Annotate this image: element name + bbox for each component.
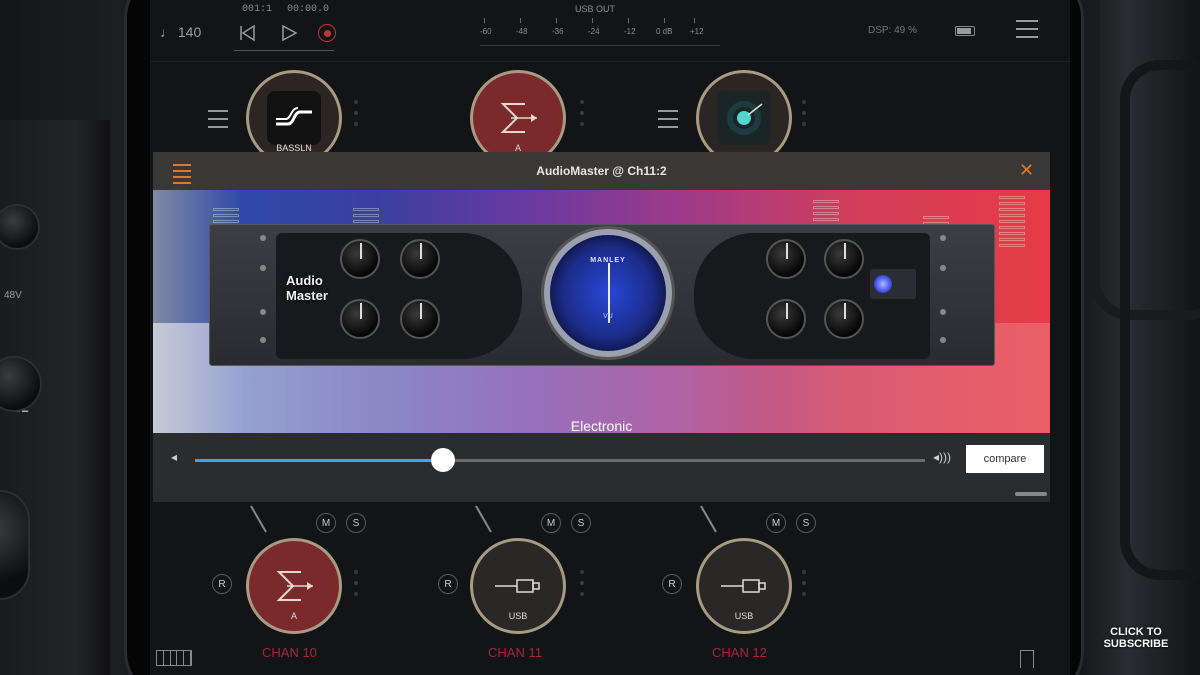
- tempo-display[interactable]: ♩ 140: [160, 24, 201, 40]
- node-chan12-usb[interactable]: USB: [696, 538, 792, 634]
- vu-meter: MANLEY VU: [544, 229, 672, 357]
- hardware-knob: [0, 204, 40, 250]
- volume-high-icon: ◂))): [933, 450, 952, 464]
- mix-slider-fill: [195, 459, 444, 462]
- transport-underline: [234, 50, 334, 51]
- app-screen: ♩ 140 001:1 00:00.0 USB OUT -60 -48 -36 …: [150, 0, 1070, 675]
- main-menu-button[interactable]: [1016, 20, 1038, 44]
- mute-button[interactable]: M: [316, 513, 336, 533]
- node-chan10-mixer[interactable]: A: [246, 538, 342, 634]
- meter-scale-label: -12: [624, 27, 636, 36]
- play-button[interactable]: [278, 22, 300, 44]
- ratio-knob-left[interactable]: [400, 239, 440, 279]
- mix-slider[interactable]: [195, 448, 925, 472]
- record-arm-button[interactable]: R: [662, 574, 682, 594]
- meter-scale-label: -60: [480, 27, 492, 36]
- rewind-button[interactable]: [236, 22, 258, 44]
- release-knob-right[interactable]: [824, 299, 864, 339]
- time-display: 00:00.0: [287, 4, 330, 15]
- cable: [1120, 60, 1200, 580]
- subscribe-overlay[interactable]: CLICK TO SUBSCRIBE: [1096, 626, 1176, 650]
- plugin-window: AudioMaster @ Ch11:2 ✕ Audio Master MANL…: [153, 152, 1050, 502]
- node-label: USB: [508, 611, 528, 621]
- bookmark-icon[interactable]: [1020, 650, 1034, 668]
- volume-low-icon: ◂: [171, 450, 178, 464]
- channel-label: CHAN 11: [488, 645, 542, 660]
- transport-bar: ♩ 140 001:1 00:00.0 USB OUT -60 -48 -36 …: [150, 0, 1070, 62]
- meter-scale-label: -48: [516, 27, 528, 36]
- audiomaster-rack-unit: Audio Master MANLEY VU: [209, 224, 995, 366]
- bassln-app-icon: [267, 91, 321, 145]
- scene: 48V -02 ♩ 140 001:1 00:00.0 USB OUT -60: [0, 0, 1200, 675]
- sigma-sum-icon: [500, 103, 537, 133]
- attack-knob-left[interactable]: [340, 299, 380, 339]
- meter-scale-label: -24: [588, 27, 600, 36]
- node-menu-icon[interactable]: [208, 110, 228, 134]
- compare-button[interactable]: compare: [966, 445, 1044, 473]
- node-indicator-dots: [802, 570, 806, 603]
- mute-button[interactable]: M: [541, 513, 561, 533]
- plugin-app-icon: [717, 91, 771, 145]
- play-icon: [282, 24, 298, 42]
- node-menu-icon[interactable]: [658, 110, 678, 134]
- record-arm-button[interactable]: R: [212, 574, 232, 594]
- record-button[interactable]: [318, 24, 336, 42]
- node-indicator-dots: [354, 570, 358, 603]
- plugin-title: AudioMaster @ Ch11:2: [536, 164, 667, 178]
- node-label: A: [290, 611, 297, 621]
- plugin-preset-banner: Audio Master MANLEY VU Electronic: [153, 190, 1050, 433]
- attack-knob-right[interactable]: [766, 299, 806, 339]
- node-chan11-usb[interactable]: USB: [470, 538, 566, 634]
- power-button[interactable]: [870, 269, 916, 299]
- solo-button[interactable]: S: [346, 513, 366, 533]
- solo-button[interactable]: S: [796, 513, 816, 533]
- solo-button[interactable]: S: [571, 513, 591, 533]
- mix-slider-row: ◂ ◂))) compare: [153, 433, 1050, 488]
- vu-unit-label: VU: [603, 313, 613, 320]
- node-indicator-dots: [580, 100, 584, 133]
- plugin-window-header: AudioMaster @ Ch11:2 ✕: [153, 152, 1050, 190]
- channel-label: CHAN 10: [262, 645, 317, 660]
- audio-interface-hardware: 48V -02: [0, 120, 110, 675]
- output-level-meter: -60 -48 -36 -24 -12 0 dB +12: [480, 18, 720, 46]
- plugin-brand: Audio Master: [286, 273, 328, 303]
- hardware-knob: [0, 490, 30, 600]
- node-indicator-dots: [354, 100, 358, 133]
- usb-plug-icon: [721, 579, 766, 593]
- node-indicator-dots: [580, 570, 584, 603]
- channel-label: CHAN 12: [712, 645, 767, 660]
- meter-scale-label: +12: [690, 27, 704, 36]
- record-arm-button[interactable]: R: [438, 574, 458, 594]
- phantom-power-label: 48V: [4, 290, 22, 301]
- usb-plug-icon: [495, 579, 540, 593]
- mute-button[interactable]: M: [766, 513, 786, 533]
- node-indicator-dots: [802, 100, 806, 133]
- threshold-knob-right[interactable]: [766, 239, 806, 279]
- keyboard-icon[interactable]: [156, 650, 192, 666]
- node-label: USB: [734, 611, 754, 621]
- close-icon[interactable]: ✕: [1019, 160, 1034, 181]
- output-label: USB OUT: [575, 4, 616, 14]
- dsp-load: DSP: 49 %: [868, 25, 917, 36]
- meter-scale-label: -36: [552, 27, 564, 36]
- preset-name: Electronic: [570, 418, 633, 433]
- hardware-knob: [0, 356, 42, 412]
- meter-scale-label: 0 dB: [656, 27, 673, 36]
- release-knob-left[interactable]: [400, 299, 440, 339]
- sigma-sum-icon: [276, 571, 313, 601]
- ratio-knob-right[interactable]: [824, 239, 864, 279]
- skip-back-icon: [240, 24, 255, 42]
- mix-slider-thumb[interactable]: [431, 448, 456, 472]
- battery-icon: [955, 26, 975, 36]
- resize-grip[interactable]: [1015, 492, 1047, 496]
- threshold-knob-left[interactable]: [340, 239, 380, 279]
- bar-position: 001:1: [242, 4, 273, 15]
